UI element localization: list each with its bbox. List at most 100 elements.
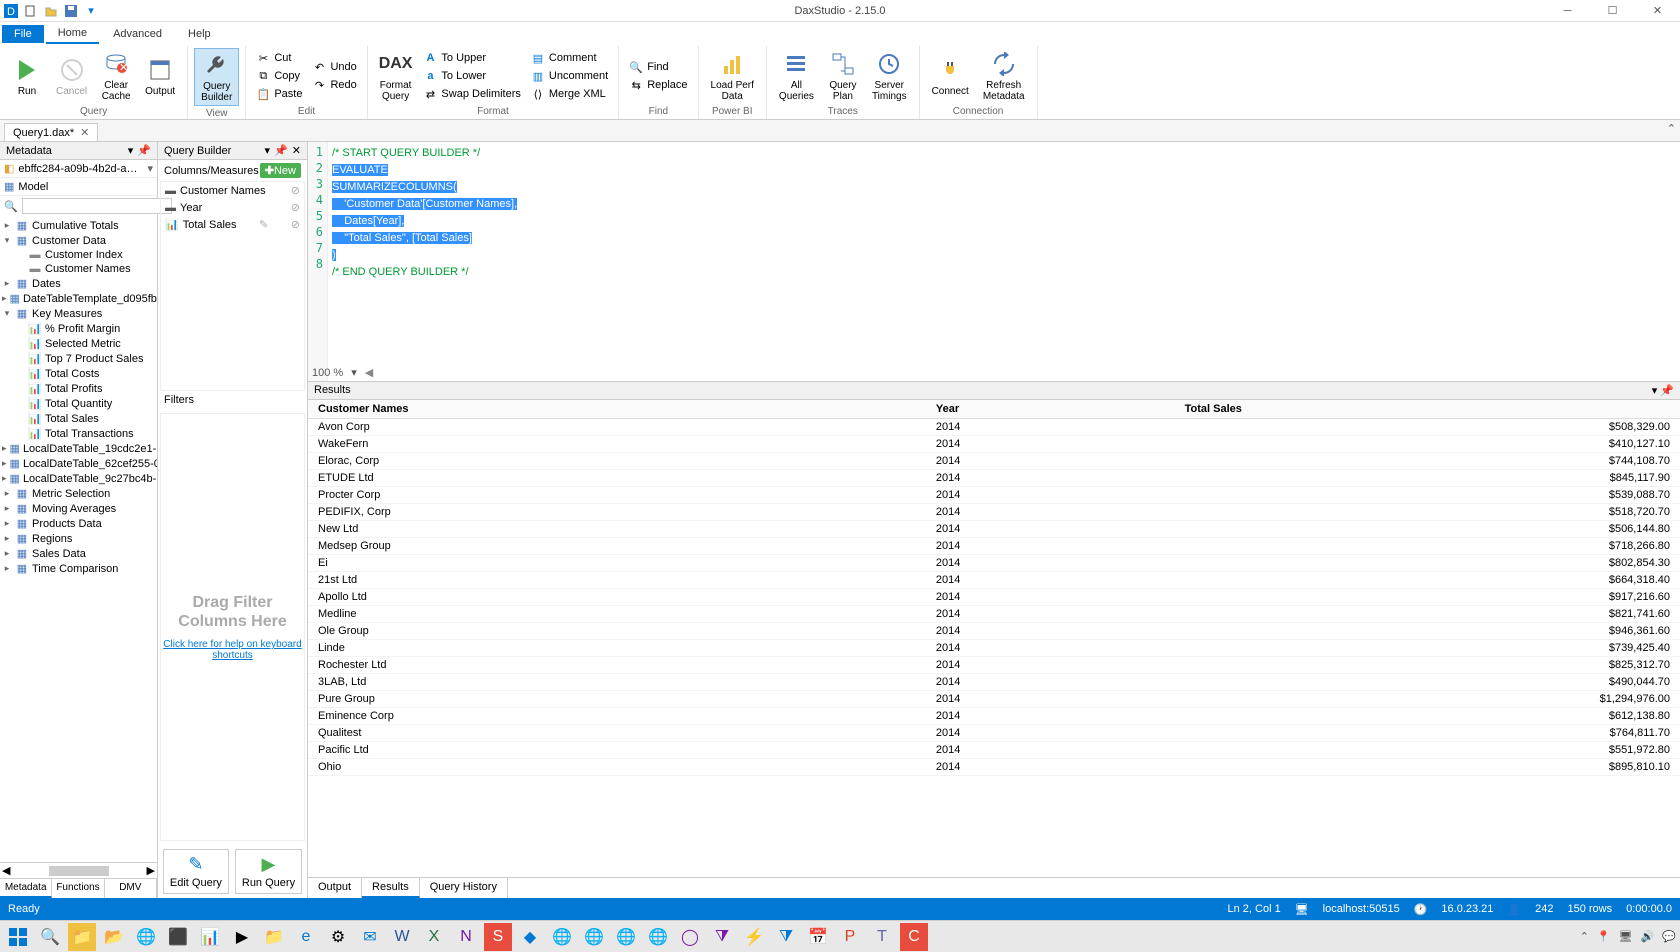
- replace-button[interactable]: ⇆Replace: [625, 77, 691, 93]
- qb-item[interactable]: ▬Customer Names⊘: [161, 182, 304, 199]
- to-upper-button[interactable]: ATo Upper: [419, 50, 524, 66]
- taskbar-app-22[interactable]: ⚡: [740, 923, 768, 951]
- tree-table[interactable]: ▸▦Time Comparison: [0, 561, 157, 576]
- taskbar-app-8[interactable]: e: [292, 923, 320, 951]
- table-row[interactable]: Ole Group2014$946,361.60: [308, 623, 1680, 640]
- minimize-button[interactable]: ─: [1545, 0, 1590, 22]
- expander-icon[interactable]: ▸: [2, 518, 12, 529]
- scroll-right-icon[interactable]: ▶: [147, 864, 155, 877]
- expander-icon[interactable]: ▸: [2, 220, 12, 231]
- columns-measures-list[interactable]: ▬Customer Names⊘▬Year⊘📊Total Sales✎⊘: [160, 181, 305, 391]
- taskbar-app-15[interactable]: ◆: [516, 923, 544, 951]
- expander-icon[interactable]: ▸: [2, 293, 7, 304]
- tab-output[interactable]: Output: [308, 878, 362, 898]
- clear-cache-button[interactable]: ✕ Clear Cache: [95, 48, 137, 104]
- taskbar-app-5[interactable]: 📊: [196, 923, 224, 951]
- remove-icon[interactable]: ⊘: [291, 218, 300, 231]
- tree-table[interactable]: ▸▦Cumulative Totals: [0, 218, 157, 233]
- metadata-search-input[interactable]: [22, 198, 172, 214]
- tray-expand-icon[interactable]: ⌃: [1580, 930, 1589, 943]
- table-row[interactable]: 21st Ltd2014$664,318.40: [308, 572, 1680, 589]
- tree-table[interactable]: ▸▦Moving Averages: [0, 501, 157, 516]
- tree-table[interactable]: ▸▦LocalDateTable_62cef255-0: [0, 456, 157, 471]
- swap-delim-button[interactable]: ⇄Swap Delimiters: [419, 86, 524, 102]
- output-button[interactable]: Output: [139, 54, 181, 99]
- taskbar-powerpoint-icon[interactable]: P: [836, 923, 864, 951]
- taskbar-app-6[interactable]: ▶: [228, 923, 256, 951]
- taskbar-teams-icon[interactable]: T: [868, 923, 896, 951]
- table-row[interactable]: Medsep Group2014$718,266.80: [308, 538, 1680, 555]
- taskbar-app-10[interactable]: ✉: [356, 923, 384, 951]
- close-icon[interactable]: ✕: [292, 144, 301, 157]
- tab-results[interactable]: Results: [362, 878, 420, 898]
- column-header[interactable]: Customer Names: [308, 400, 926, 419]
- tab-advanced[interactable]: Advanced: [101, 25, 174, 43]
- scroll-thumb[interactable]: [49, 866, 109, 876]
- qb-item[interactable]: 📊Total Sales✎⊘: [161, 216, 304, 233]
- table-row[interactable]: Procter Corp2014$539,088.70: [308, 487, 1680, 504]
- to-lower-button[interactable]: aTo Lower: [419, 68, 524, 84]
- expander-icon[interactable]: ▸: [2, 473, 7, 484]
- taskbar-app-9[interactable]: ⚙: [324, 923, 352, 951]
- table-row[interactable]: Medline2014$821,741.60: [308, 606, 1680, 623]
- load-perf-button[interactable]: Load Perf Data: [705, 48, 760, 104]
- taskbar-vscode-icon[interactable]: ⧩: [772, 923, 800, 951]
- connect-button[interactable]: Connect: [926, 54, 975, 99]
- tree-measure[interactable]: 📊Total Quantity: [0, 396, 157, 411]
- find-button[interactable]: 🔍Find: [625, 59, 691, 75]
- qb-item[interactable]: ▬Year⊘: [161, 199, 304, 216]
- run-query-button[interactable]: ▶ Run Query: [235, 849, 302, 894]
- pin-icon[interactable]: 📌: [1660, 385, 1674, 397]
- expander-icon[interactable]: ▸: [2, 443, 7, 454]
- paste-button[interactable]: 📋Paste: [252, 86, 306, 102]
- all-queries-button[interactable]: All Queries: [773, 48, 820, 104]
- taskbar-app-1[interactable]: 📁: [68, 923, 96, 951]
- run-button[interactable]: Run: [6, 54, 48, 99]
- uncomment-button[interactable]: ▥Uncomment: [527, 68, 612, 84]
- cut-button[interactable]: ✂Cut: [252, 50, 306, 66]
- maximize-button[interactable]: ☐: [1590, 0, 1635, 22]
- tab-query-history[interactable]: Query History: [420, 878, 508, 898]
- tray-volume-icon[interactable]: 🔊: [1641, 930, 1655, 943]
- close-tab-icon[interactable]: ✕: [80, 126, 89, 139]
- tab-metadata[interactable]: Metadata: [0, 879, 52, 898]
- metadata-tree[interactable]: ▸▦Cumulative Totals▾▦Customer Data▬Custo…: [0, 216, 157, 862]
- tree-table[interactable]: ▸▦Sales Data: [0, 546, 157, 561]
- table-row[interactable]: ETUDE Ltd2014$845,117.90: [308, 470, 1680, 487]
- tab-file[interactable]: File: [2, 25, 44, 43]
- table-row[interactable]: PEDIFIX, Corp2014$518,720.70: [308, 504, 1680, 521]
- query-plan-button[interactable]: Query Plan: [822, 48, 864, 104]
- tree-table[interactable]: ▸▦Regions: [0, 531, 157, 546]
- expander-icon[interactable]: ▸: [2, 563, 12, 574]
- taskbar-word-icon[interactable]: W: [388, 923, 416, 951]
- code-content[interactable]: /* START QUERY BUILDER */ EVALUATE SUMMA…: [328, 142, 1680, 381]
- redo-button[interactable]: ↷Redo: [308, 77, 360, 93]
- tree-measure[interactable]: 📊Total Costs: [0, 366, 157, 381]
- taskbar-app-20[interactable]: ◯: [676, 923, 704, 951]
- taskbar-app-19[interactable]: 🌐: [644, 923, 672, 951]
- expander-icon[interactable]: ▾: [2, 235, 12, 246]
- tree-column[interactable]: ▬Customer Names: [0, 262, 157, 276]
- table-row[interactable]: Linde2014$739,425.40: [308, 640, 1680, 657]
- table-row[interactable]: Pacific Ltd2014$551,972.80: [308, 742, 1680, 759]
- edit-query-button[interactable]: ✎ Edit Query: [163, 849, 229, 894]
- taskbar-onenote-icon[interactable]: N: [452, 923, 480, 951]
- qat-dropdown-icon[interactable]: ▾: [84, 4, 98, 18]
- taskbar-chrome-icon[interactable]: 🌐: [548, 923, 576, 951]
- undo-button[interactable]: ↶Undo: [308, 59, 360, 75]
- query-builder-button[interactable]: Query Builder: [194, 48, 239, 106]
- filters-help-link[interactable]: Click here for help on keyboard shortcut…: [161, 639, 304, 661]
- copy-button[interactable]: ⧉Copy: [252, 68, 306, 84]
- refresh-metadata-button[interactable]: Refresh Metadata: [977, 48, 1031, 104]
- tree-table[interactable]: ▸▦LocalDateTable_9c27bc4b-: [0, 471, 157, 486]
- expander-icon[interactable]: ▸: [2, 278, 12, 289]
- taskbar-app-3[interactable]: 🌐: [132, 923, 160, 951]
- cancel-button[interactable]: Cancel: [50, 54, 93, 99]
- tab-help[interactable]: Help: [176, 25, 223, 43]
- expander-icon[interactable]: ▸: [2, 548, 12, 559]
- code-editor[interactable]: 12345678 /* START QUERY BUILDER */ EVALU…: [308, 142, 1680, 382]
- table-row[interactable]: New Ltd2014$506,144.80: [308, 521, 1680, 538]
- dropdown-icon[interactable]: ▾: [128, 144, 134, 157]
- tree-table[interactable]: ▸▦Dates: [0, 276, 157, 291]
- results-grid[interactable]: Customer NamesYearTotal SalesAvon Corp20…: [308, 400, 1680, 877]
